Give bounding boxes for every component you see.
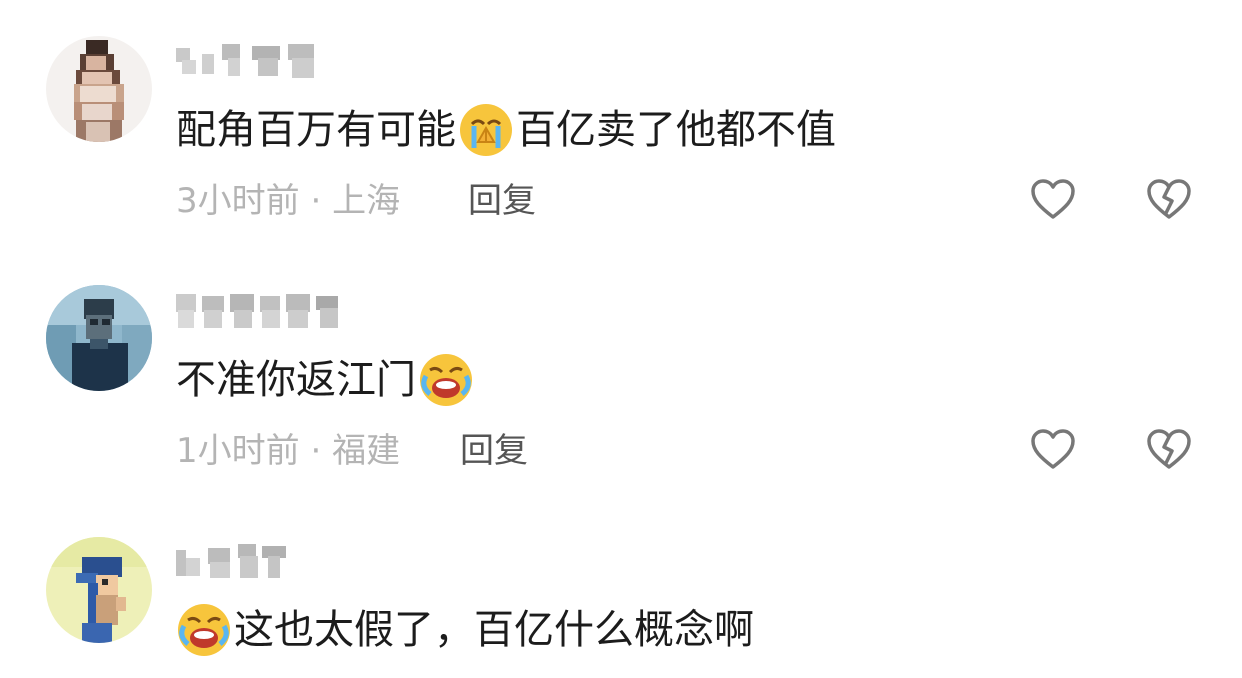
- avatar[interactable]: [46, 537, 152, 643]
- broken-heart-icon[interactable]: [1146, 427, 1192, 473]
- username-blurred[interactable]: [176, 290, 356, 330]
- reply-button[interactable]: 回复: [460, 429, 528, 473]
- comment-location: 福建: [332, 431, 401, 471]
- comment-time: 1小时前: [176, 431, 300, 471]
- comment-text: 这也太假了，百亿什么概念啊: [176, 602, 754, 658]
- comment-item: 这也太假了，百亿什么概念啊: [0, 0, 1242, 656]
- comment-text: 不准你返江门: [176, 352, 476, 408]
- comment-text-part: 不准你返江门: [176, 357, 416, 403]
- heart-outline-icon[interactable]: [1030, 427, 1076, 473]
- loudly-crying-emoji: [176, 602, 232, 658]
- comment-text-part: 这也太假了，百亿什么概念啊: [234, 607, 754, 653]
- meta-separator: ·: [299, 431, 333, 471]
- avatar[interactable]: [46, 285, 152, 391]
- username-blurred[interactable]: [176, 540, 296, 580]
- comment-meta: 1小时前 · 福建: [176, 429, 400, 473]
- loudly-crying-emoji: [418, 352, 474, 408]
